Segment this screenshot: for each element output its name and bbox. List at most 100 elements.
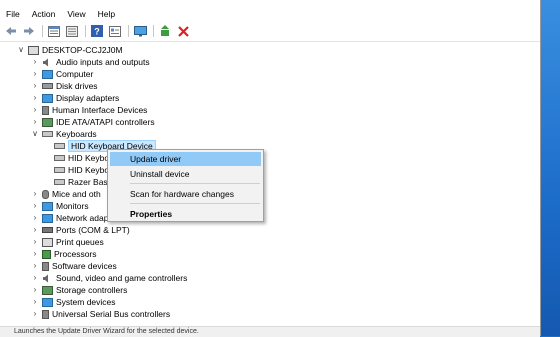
keyboard-icon — [42, 131, 53, 137]
software-device-icon — [42, 261, 49, 271]
toolbar-separator — [128, 25, 129, 37]
monitor-icon[interactable] — [132, 24, 148, 38]
tree-item-mice[interactable]: › Mice and oth — [30, 188, 101, 200]
tree-item-label: Disk drives — [56, 81, 98, 91]
tree-item-label: Network adap — [56, 213, 109, 223]
uninstall-device-menu-item[interactable]: Uninstall device — [110, 167, 261, 181]
menu-help[interactable]: Help — [92, 7, 121, 21]
help-icon[interactable]: ? — [89, 24, 105, 38]
chevron-right-icon[interactable]: › — [30, 200, 40, 212]
tree-item-label: Audio inputs and outputs — [56, 57, 150, 67]
root-label: DESKTOP-CCJ2J0M — [42, 45, 123, 55]
scan-hardware-menu-item[interactable]: Scan for hardware changes — [110, 187, 261, 201]
tree-item-computer[interactable]: › Computer — [30, 68, 94, 80]
tree-item-label: Sound, video and game controllers — [56, 273, 188, 283]
chevron-right-icon[interactable]: › — [30, 212, 40, 224]
keyboard-icon — [54, 167, 65, 173]
tree-item-ports[interactable]: › Ports (COM & LPT) — [30, 224, 130, 236]
tree-item-label: Keyboards — [56, 129, 97, 139]
mouse-icon — [42, 189, 49, 199]
chevron-right-icon[interactable]: › — [30, 104, 40, 116]
tree-item-disk-drives[interactable]: › Disk drives — [30, 80, 98, 92]
tree-item-storage[interactable]: › Storage controllers — [30, 284, 128, 296]
chevron-right-icon[interactable]: › — [30, 296, 40, 308]
back-arrow-icon[interactable] — [3, 24, 19, 38]
menu-action[interactable]: Action — [26, 7, 62, 21]
speaker-icon — [42, 58, 53, 67]
tree-item-print-queues[interactable]: › Print queues — [30, 236, 104, 248]
tree-item-label: HID Keybo — [68, 165, 110, 175]
network-adapter-icon — [42, 213, 53, 223]
chevron-right-icon[interactable]: › — [30, 80, 40, 92]
update-driver-icon[interactable] — [157, 24, 173, 38]
print-icon[interactable] — [64, 24, 80, 38]
tree-item-label: Monitors — [56, 201, 89, 211]
tree-item-hid-keyboard[interactable]: HID Keybo — [52, 164, 109, 176]
details-icon[interactable] — [107, 24, 123, 38]
menu-file[interactable]: File — [0, 7, 26, 21]
menu-view[interactable]: View — [61, 7, 91, 21]
chevron-right-icon[interactable]: › — [30, 224, 40, 236]
uninstall-x-icon[interactable] — [175, 24, 191, 38]
tree-item-ide[interactable]: › IDE ATA/ATAPI controllers — [30, 116, 155, 128]
chevron-right-icon[interactable]: › — [30, 248, 40, 260]
tree-item-hid[interactable]: › Human Interface Devices — [30, 104, 148, 116]
tree-item-label: Mice and oth — [52, 189, 101, 199]
computer-icon — [28, 45, 39, 55]
chevron-right-icon[interactable]: › — [30, 116, 40, 128]
tree-item-label: Computer — [56, 69, 94, 79]
tree-item-usb[interactable]: › Universal Serial Bus controllers — [30, 308, 170, 320]
update-driver-menu-item[interactable]: Update driver — [110, 152, 261, 166]
chevron-right-icon[interactable]: › — [30, 272, 40, 284]
chevron-right-icon[interactable]: › — [30, 284, 40, 296]
keyboard-icon — [54, 155, 65, 161]
properties-icon[interactable] — [46, 24, 62, 38]
tree-item-label: Processors — [54, 249, 97, 259]
chevron-right-icon[interactable]: › — [30, 56, 40, 68]
tree-item-sound[interactable]: › Sound, video and game controllers — [30, 272, 188, 284]
chevron-right-icon[interactable]: › — [30, 188, 40, 200]
tree-item-software-devices[interactable]: › Software devices — [30, 260, 117, 272]
chevron-right-icon[interactable]: › — [30, 260, 40, 272]
chevron-down-icon[interactable]: ∨ — [16, 44, 26, 56]
status-bar: Launches the Update Driver Wizard for th… — [0, 326, 540, 337]
toolbar-separator — [153, 25, 154, 37]
tree-item-monitors[interactable]: › Monitors — [30, 200, 89, 212]
printer-icon — [42, 237, 53, 247]
menu-separator — [130, 183, 260, 184]
forward-arrow-icon[interactable] — [21, 24, 37, 38]
tree-item-hid-keyboard[interactable]: HID Keybo — [52, 152, 109, 164]
tree-item-audio[interactable]: › Audio inputs and outputs — [30, 56, 150, 68]
title-bar[interactable] — [0, 0, 540, 6]
system-device-icon — [42, 297, 53, 307]
tree-item-processors[interactable]: › Processors — [30, 248, 97, 260]
chevron-right-icon[interactable]: › — [30, 68, 40, 80]
keyboard-icon — [54, 143, 65, 149]
toolbar-separator — [85, 25, 86, 37]
tree-item-label: Print queues — [56, 237, 104, 247]
tree-root[interactable]: ∨ DESKTOP-CCJ2J0M — [16, 44, 123, 56]
chevron-right-icon[interactable]: › — [30, 92, 40, 104]
tree-item-system-devices[interactable]: › System devices — [30, 296, 116, 308]
menu-bar: File Action View Help — [0, 7, 540, 21]
ide-controller-icon — [42, 117, 53, 127]
tree-item-razer-keyboard[interactable]: Razer Basi — [52, 176, 110, 188]
chevron-right-icon[interactable]: › — [30, 308, 40, 320]
chevron-down-icon[interactable]: ∨ — [30, 128, 40, 140]
tree-item-label: System devices — [56, 297, 116, 307]
menu-separator — [130, 203, 260, 204]
chevron-right-icon[interactable]: › — [30, 236, 40, 248]
tree-item-label: HID Keybo — [68, 153, 110, 163]
usb-icon — [42, 309, 49, 319]
speaker-icon — [42, 274, 53, 283]
hid-icon — [42, 105, 49, 115]
properties-menu-item[interactable]: Properties — [110, 207, 261, 221]
port-icon — [42, 227, 53, 233]
device-tree: ∨ DESKTOP-CCJ2J0M › Audio inputs and out… — [0, 41, 540, 327]
monitor-icon — [42, 201, 53, 211]
tree-item-keyboards[interactable]: ∨ Keyboards — [30, 128, 97, 140]
tree-item-label: Razer Basi — [68, 177, 110, 187]
tree-item-network[interactable]: › Network adap — [30, 212, 109, 224]
tree-item-display-adapters[interactable]: › Display adapters — [30, 92, 120, 104]
keyboard-icon — [54, 179, 65, 185]
